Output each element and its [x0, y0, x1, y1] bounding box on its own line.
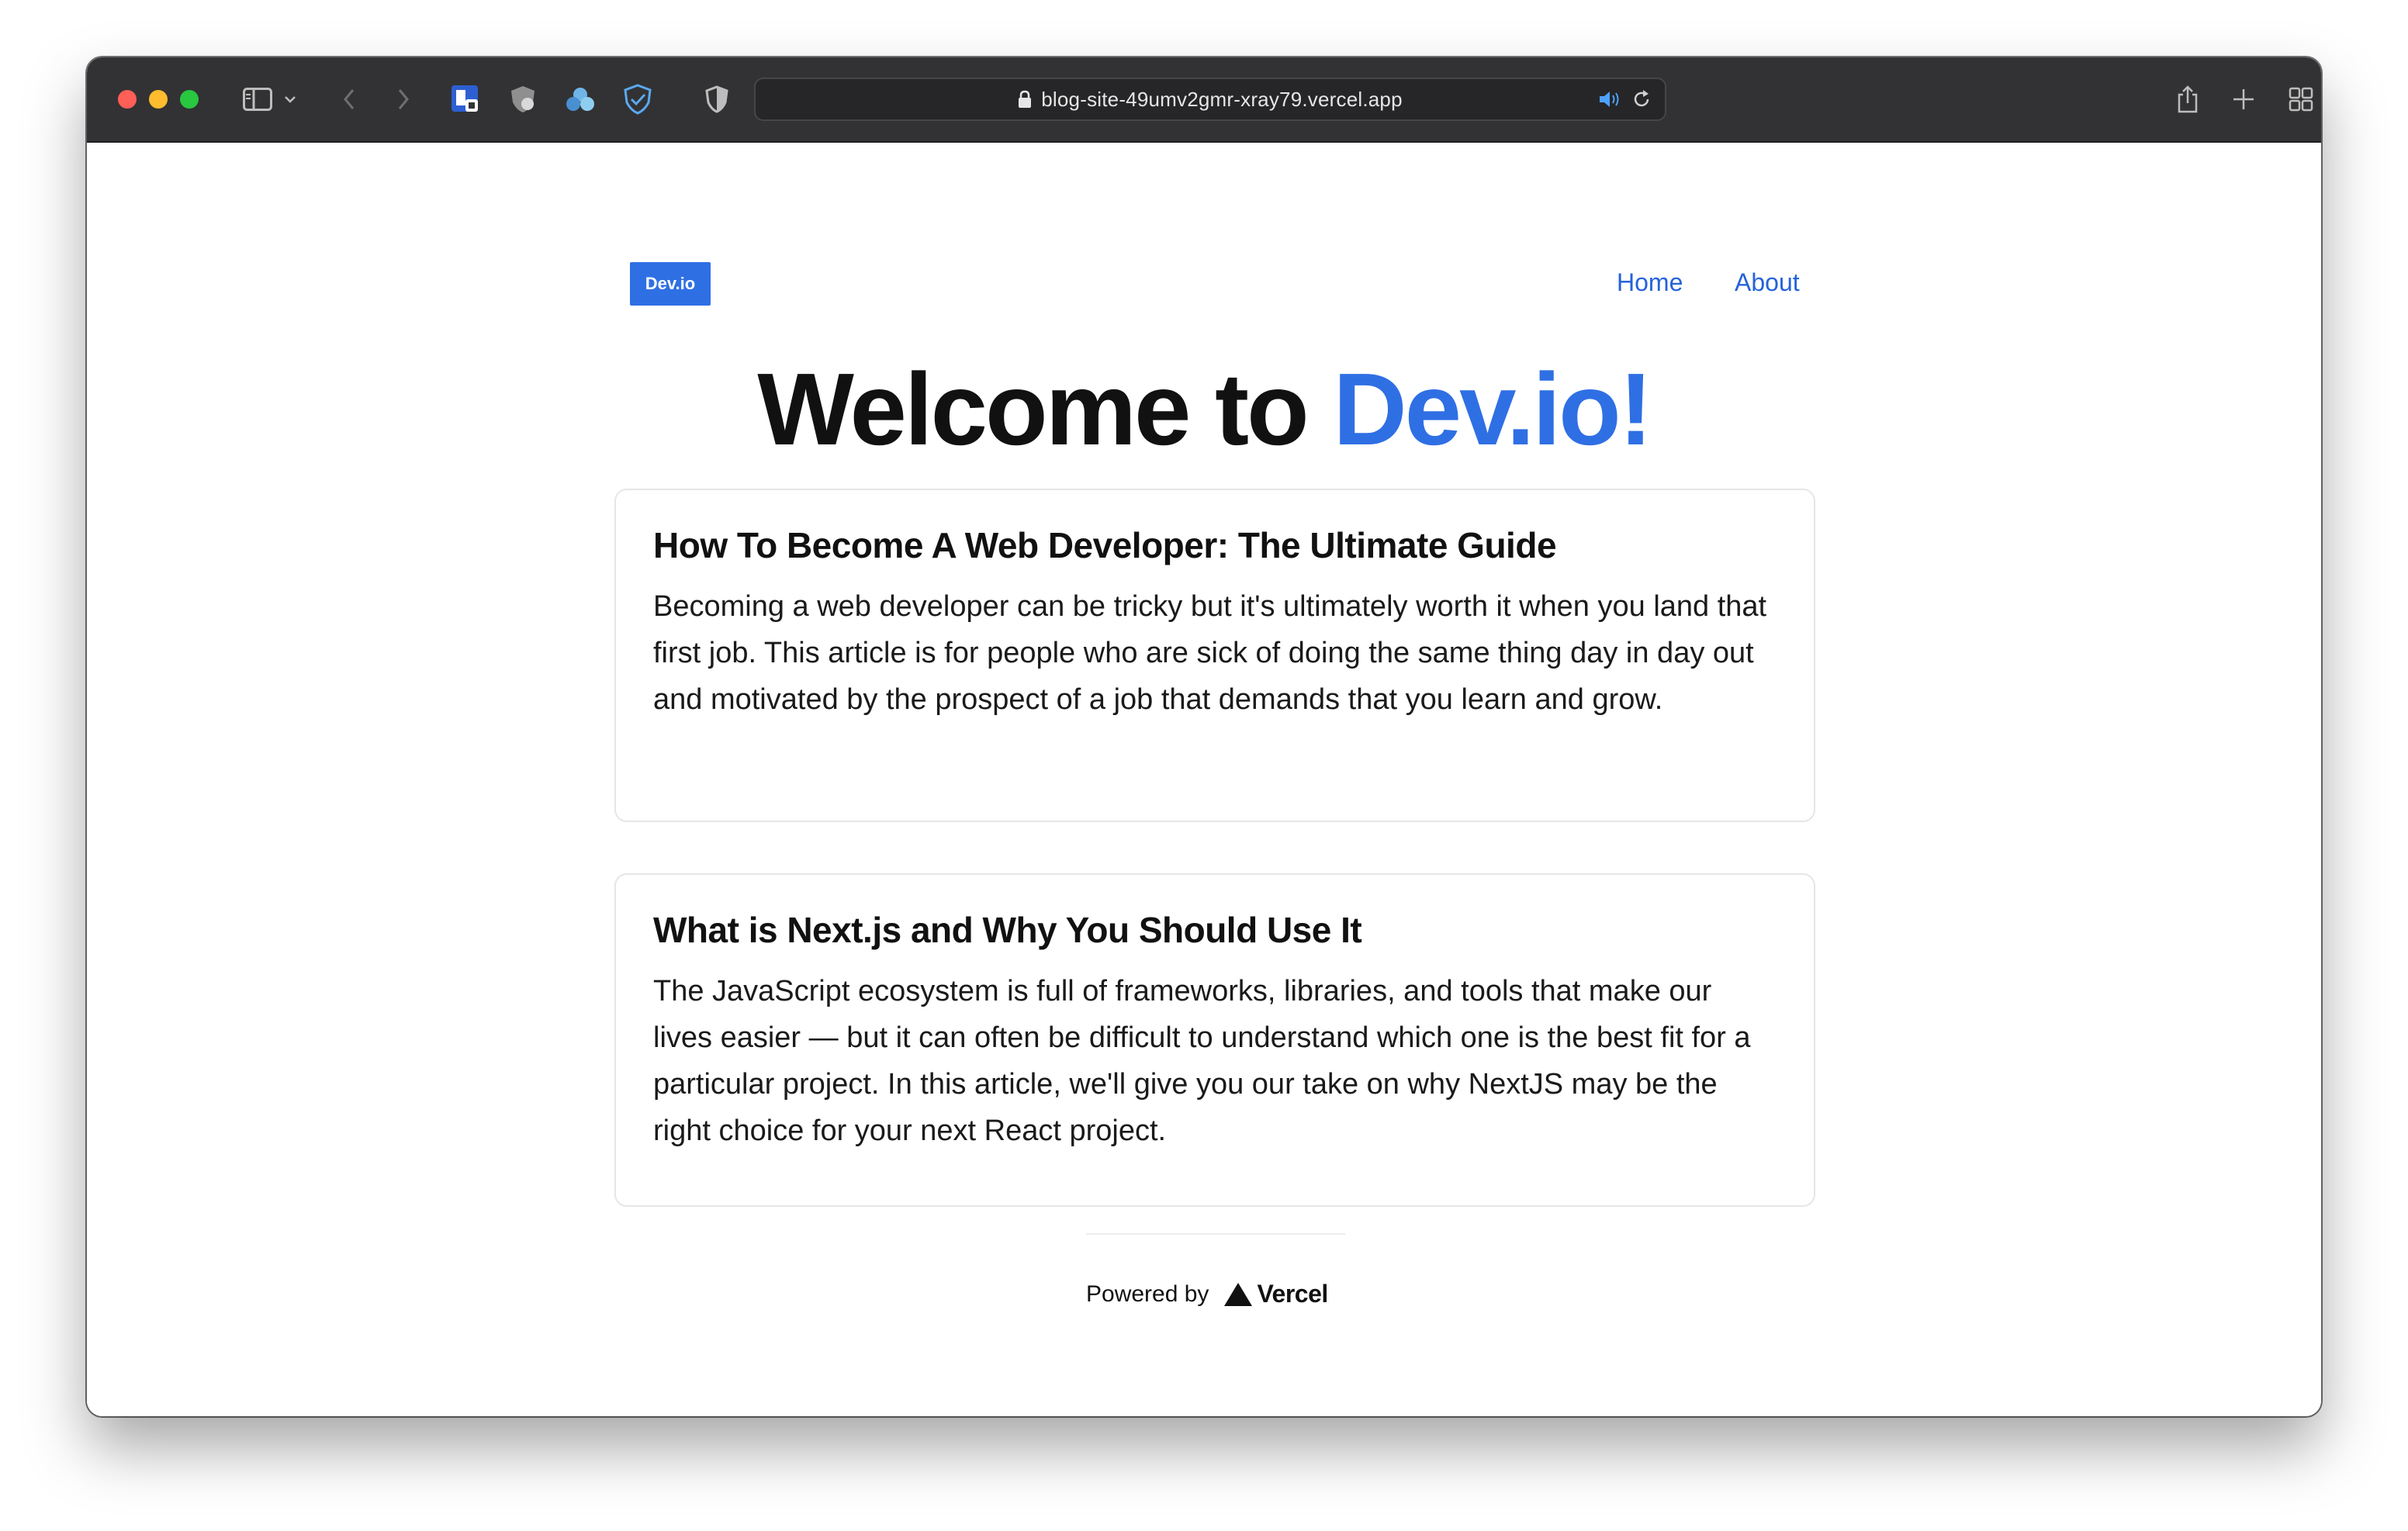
privacy-shield-icon[interactable] [698, 81, 735, 118]
site-logo[interactable]: Dev.io [630, 262, 711, 306]
back-icon[interactable] [330, 81, 368, 118]
hero-accent: Dev.io! [1333, 352, 1652, 466]
extension-icon[interactable] [504, 81, 541, 118]
nav-link-about[interactable]: About [1735, 268, 1800, 297]
browser-window: blog-site-49umv2gmr-xray79.vercel.app De… [87, 57, 2321, 1416]
post-excerpt: The JavaScript ecosystem is full of fram… [653, 975, 1751, 1147]
screen: blog-site-49umv2gmr-xray79.vercel.app De… [0, 0, 2408, 1531]
speaker-icon[interactable] [1598, 88, 1621, 114]
close-window-button[interactable] [118, 90, 137, 109]
post-card[interactable]: What is Next.js and Why You Should Use I… [614, 873, 1815, 1207]
powered-by-label: Powered by [1086, 1280, 1209, 1307]
post-excerpt: Becoming a web developer can be tricky b… [653, 590, 1767, 716]
browser-toolbar: blog-site-49umv2gmr-xray79.vercel.app [87, 57, 2321, 143]
extension-icon[interactable] [447, 81, 484, 118]
extension-icon[interactable] [619, 81, 656, 118]
post-title[interactable]: How To Become A Web Developer: The Ultim… [653, 524, 1777, 566]
page-title: Welcome to Dev.io! [87, 351, 2321, 468]
vercel-triangle-icon [1224, 1282, 1253, 1306]
vercel-brand: Vercel [1257, 1280, 1328, 1308]
post-title[interactable]: What is Next.js and Why You Should Use I… [653, 909, 1777, 951]
address-bar[interactable]: blog-site-49umv2gmr-xray79.vercel.app [754, 78, 1666, 121]
url-text: blog-site-49umv2gmr-xray79.vercel.app [1041, 87, 1403, 111]
minimize-window-button[interactable] [149, 90, 168, 109]
forward-icon[interactable] [385, 81, 422, 118]
vercel-link[interactable]: Vercel [1223, 1280, 1328, 1308]
share-icon[interactable] [2169, 81, 2206, 118]
zoom-window-button[interactable] [180, 90, 199, 109]
reload-icon[interactable] [1631, 88, 1652, 114]
chevron-down-icon[interactable] [278, 81, 303, 118]
extension-icon[interactable] [562, 81, 599, 118]
hero-prefix: Welcome to [757, 352, 1309, 466]
post-card[interactable]: How To Become A Web Developer: The Ultim… [614, 489, 1815, 822]
web-page: Dev.io Home About Welcome to Dev.io! How… [87, 143, 2321, 1416]
footer-divider [1086, 1233, 1345, 1235]
nav-link-home[interactable]: Home [1617, 268, 1683, 297]
lock-icon [1018, 90, 1032, 109]
footer: Powered by Vercel [1086, 1280, 1328, 1308]
tab-overview-icon[interactable] [2282, 81, 2320, 118]
sidebar-icon[interactable] [239, 81, 276, 118]
new-tab-icon[interactable] [2225, 81, 2262, 118]
